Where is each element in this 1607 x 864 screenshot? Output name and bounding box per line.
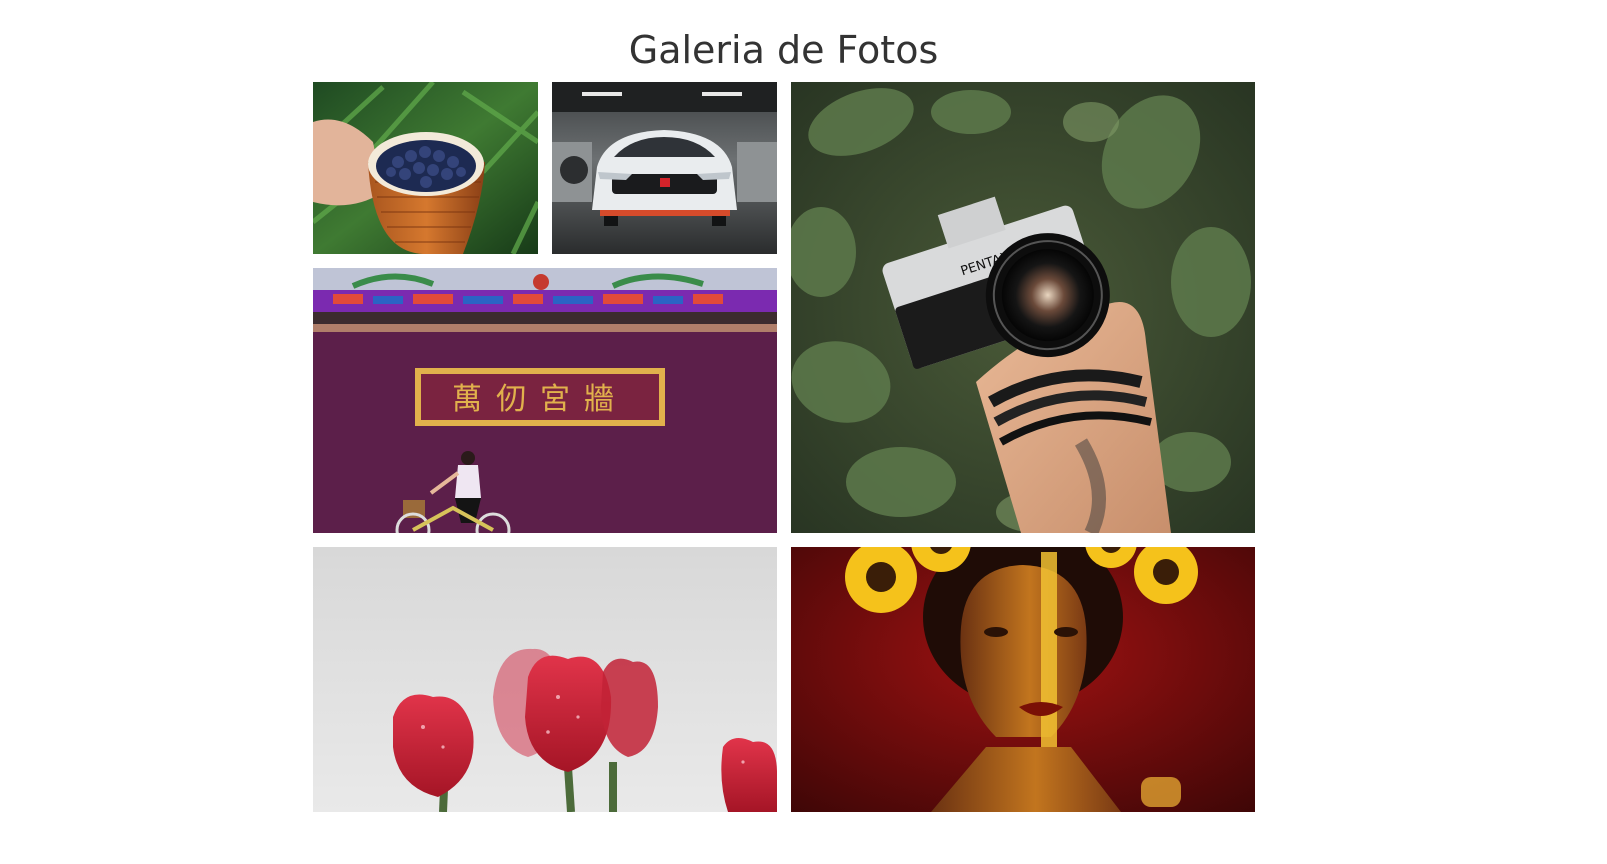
- gallery-photo-camera[interactable]: PENTAX: [791, 82, 1255, 533]
- gallery-photo-car[interactable]: [552, 82, 777, 254]
- gallery-photo-temple[interactable]: 萬仞宮牆: [313, 268, 777, 533]
- car-photo: [552, 82, 777, 254]
- temple-photo: 萬仞宮牆: [313, 268, 777, 533]
- gallery-photo-tulips[interactable]: [313, 547, 777, 812]
- sunflowers-portrait-photo: [791, 547, 1255, 812]
- temple-sign-text: 萬仞宮牆: [452, 382, 628, 417]
- blueberries-photo: [313, 82, 538, 254]
- gallery-photo-sunflowers-portrait[interactable]: [791, 547, 1255, 812]
- page-title: Galeria de Fotos: [628, 28, 939, 72]
- gallery-photo-blueberries[interactable]: [313, 82, 538, 254]
- tulips-photo: [313, 547, 777, 812]
- camera-photo: PENTAX: [791, 82, 1255, 533]
